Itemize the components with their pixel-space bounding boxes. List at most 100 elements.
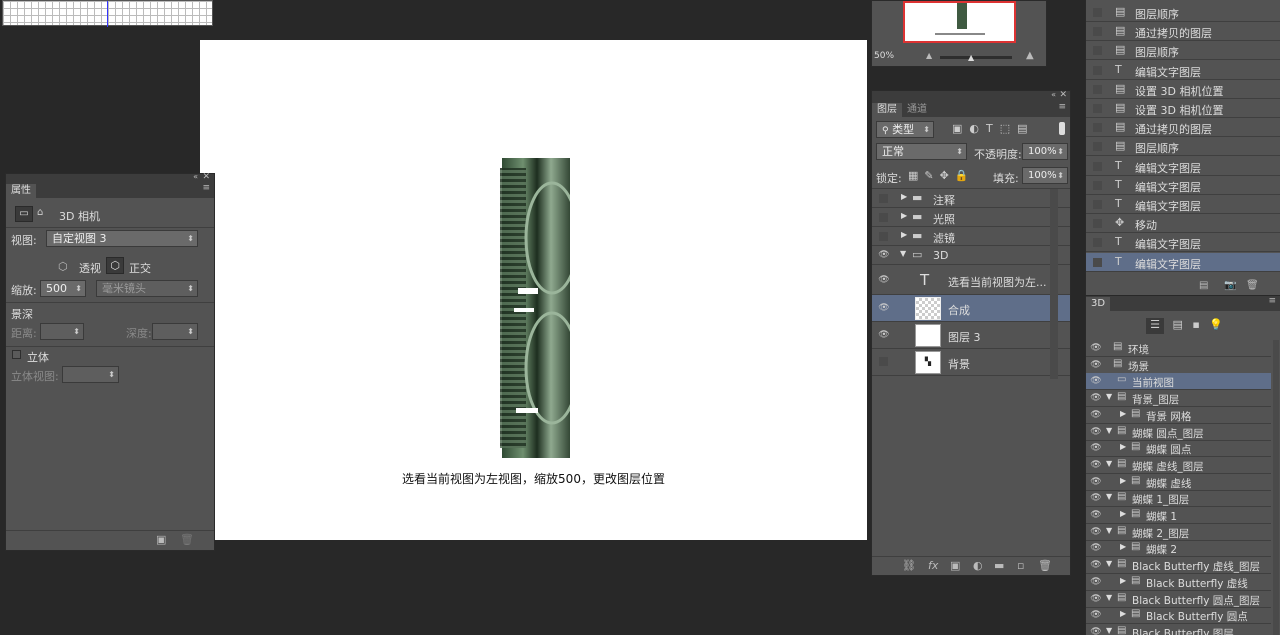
expand-arrow-icon[interactable]: ▶: [1120, 609, 1126, 618]
history-item[interactable]: ▤ 设置 3D 相机位置: [1086, 80, 1280, 99]
close-icon[interactable]: ✕: [1059, 90, 1067, 100]
history-item[interactable]: T 编辑文字图层: [1086, 157, 1280, 176]
link-icon[interactable]: ⛓: [902, 559, 916, 572]
filter-toggle[interactable]: [1059, 122, 1065, 135]
adjustment-layer-icon[interactable]: ◐: [973, 559, 983, 572]
panel-collapse-bar[interactable]: « ✕: [6, 172, 214, 183]
history-state-checkbox[interactable]: [1093, 219, 1102, 229]
3d-scrollbar[interactable]: [1273, 340, 1279, 635]
panel-menu-icon[interactable]: ≡: [1268, 296, 1276, 306]
material-filter-icon[interactable]: ▪: [1192, 318, 1199, 331]
3d-node-label[interactable]: Black Butterfly 虚线_图层: [1132, 559, 1260, 574]
layer-name[interactable]: 光照: [933, 211, 955, 227]
3d-tree-item[interactable]: 👁 ▼ ▤ 蝴蝶 2_图层: [1086, 524, 1271, 541]
layer-name[interactable]: 背景: [948, 356, 970, 372]
history-item[interactable]: ▤ 通过拷贝的图层: [1086, 118, 1280, 138]
history-label[interactable]: 编辑文字图层: [1135, 236, 1201, 252]
3d-node-label[interactable]: 蝴蝶 虚线_图层: [1132, 459, 1204, 474]
3d-node-label[interactable]: Black Butterfly 圆点_图层: [1132, 593, 1260, 608]
stereo-label[interactable]: 立体: [27, 349, 49, 365]
history-state-checkbox[interactable]: [1093, 8, 1102, 17]
eye-icon[interactable]: 👁: [1089, 343, 1103, 353]
3d-tree-item[interactable]: 👁 ▤ 环境: [1086, 340, 1271, 357]
fx-icon[interactable]: fx: [928, 559, 938, 572]
zoom-input[interactable]: 500: [40, 280, 86, 297]
expand-arrow-icon[interactable]: ▼: [1106, 426, 1112, 435]
history-label[interactable]: 编辑文字图层: [1135, 160, 1201, 176]
3d-node-label[interactable]: 当前视图: [1132, 375, 1174, 390]
3d-node-label[interactable]: 背景_图层: [1132, 392, 1179, 407]
expand-arrow-icon[interactable]: ▶: [1120, 576, 1126, 585]
opacity-input[interactable]: 100%: [1022, 143, 1068, 160]
perspective-icon[interactable]: ⬡: [58, 260, 68, 273]
zoom-slider-thumb[interactable]: ▲: [968, 53, 974, 62]
3d-tree-item[interactable]: 👁 ▶ ▤ Black Butterfly 圆点: [1086, 607, 1271, 625]
tab-layers[interactable]: 图层: [872, 103, 902, 117]
close-icon[interactable]: ✕: [202, 172, 210, 182]
visibility-off[interactable]: [879, 194, 888, 203]
history-state-checkbox[interactable]: [1093, 238, 1102, 248]
shape-filter-icon[interactable]: ⬚: [1000, 122, 1017, 135]
3d-tree-item[interactable]: 👁 ▶ ▤ 蝴蝶 1: [1086, 507, 1271, 524]
history-state-checkbox[interactable]: [1093, 84, 1102, 94]
snapshot-icon[interactable]: 📷: [1224, 280, 1236, 291]
layer-name[interactable]: 注释: [933, 192, 955, 208]
perspective-label[interactable]: 透视: [79, 260, 101, 276]
3d-tree-item[interactable]: 👁 ▼ ▤ 蝴蝶 圆点_图层: [1086, 424, 1271, 441]
text-filter-icon[interactable]: T: [986, 122, 1000, 135]
eye-icon[interactable]: 👁: [1089, 610, 1103, 620]
history-state-checkbox[interactable]: [1093, 65, 1102, 75]
3d-node-label[interactable]: 场景: [1128, 359, 1149, 374]
zoom-slider[interactable]: [940, 56, 1012, 59]
adjust-filter-icon[interactable]: ◐: [969, 122, 986, 135]
3d-tree-item[interactable]: 👁 ▭ 当前视图: [1086, 373, 1271, 391]
light-filter-icon[interactable]: 💡: [1209, 318, 1223, 331]
visibility-off[interactable]: [879, 232, 888, 241]
tab-3d[interactable]: 3D: [1086, 297, 1111, 311]
layer-name[interactable]: 图层 3: [948, 329, 981, 345]
panel-collapse-bar[interactable]: « ✕: [872, 90, 1070, 102]
history-item[interactable]: T 编辑文字图层: [1086, 233, 1280, 253]
history-item[interactable]: T 编辑文字图层: [1086, 61, 1280, 80]
history-state-checkbox[interactable]: [1093, 104, 1102, 113]
collapse-icon[interactable]: «: [1051, 90, 1056, 99]
history-label[interactable]: 编辑文字图层: [1135, 256, 1201, 272]
history-state-checkbox[interactable]: [1093, 161, 1102, 171]
history-item[interactable]: ▤ 图层顺序: [1086, 41, 1280, 61]
eye-icon[interactable]: 👁: [1089, 627, 1103, 635]
history-item[interactable]: T 编辑文字图层: [1086, 195, 1280, 214]
depth-input[interactable]: [152, 323, 198, 340]
layer-group-3d[interactable]: 👁 ▼ ▭ 3D: [872, 246, 1070, 265]
trash-icon[interactable]: 🗑: [1038, 559, 1052, 572]
3d-tree-item[interactable]: 👁 ▼ ▤ Black Butterfly 虚线_图层: [1086, 557, 1271, 575]
3d-node-label[interactable]: 环境: [1128, 342, 1149, 357]
layer-text[interactable]: 👁 T 选看当前视图为左...: [872, 265, 1070, 295]
eye-icon[interactable]: 👁: [877, 330, 891, 340]
history-label[interactable]: 编辑文字图层: [1135, 179, 1201, 195]
lock-pixels-icon[interactable]: ▦: [908, 169, 924, 182]
navigator-thumbnail[interactable]: [903, 1, 1016, 43]
3d-tree-item[interactable]: 👁 ▶ ▤ 背景 网格: [1086, 407, 1271, 424]
3d-node-label[interactable]: 蝴蝶 1_图层: [1132, 492, 1189, 507]
3d-tree-item[interactable]: 👁 ▼ ▤ 蝴蝶 1_图层: [1086, 490, 1271, 508]
lock-move-icon[interactable]: ✥: [940, 169, 955, 182]
history-label[interactable]: 图层顺序: [1135, 140, 1179, 156]
layer-background[interactable]: ▚ 背景: [872, 349, 1070, 376]
history-state-checkbox[interactable]: [1093, 27, 1102, 37]
fill-input[interactable]: 100%: [1022, 167, 1068, 184]
history-state-checkbox[interactable]: [1093, 123, 1102, 133]
layer-name[interactable]: 3D: [933, 249, 948, 262]
3d-tree-item[interactable]: 👁 ▶ ▤ 蝴蝶 圆点: [1086, 440, 1271, 458]
visibility-off[interactable]: [879, 213, 888, 222]
scene-filter-icon[interactable]: ☰: [1146, 318, 1164, 334]
view-select[interactable]: 自定视图 3: [46, 230, 198, 247]
lock-all-icon[interactable]: 🔒: [955, 169, 975, 182]
scene-icon[interactable]: ⌂: [37, 207, 43, 218]
3d-tree-item[interactable]: 👁 ▼ ▤ Black Butterfly 圆点_图层: [1086, 591, 1271, 608]
history-item[interactable]: ▤ 通过拷贝的图层: [1086, 22, 1280, 42]
3d-node-label[interactable]: 蝴蝶 圆点: [1146, 442, 1191, 457]
eye-icon[interactable]: 👁: [1089, 493, 1103, 503]
eye-icon[interactable]: 👁: [1089, 577, 1103, 587]
history-state-checkbox[interactable]: [1093, 257, 1102, 267]
layer-group-filters[interactable]: ▶ ▬ 滤镜: [872, 227, 1070, 246]
